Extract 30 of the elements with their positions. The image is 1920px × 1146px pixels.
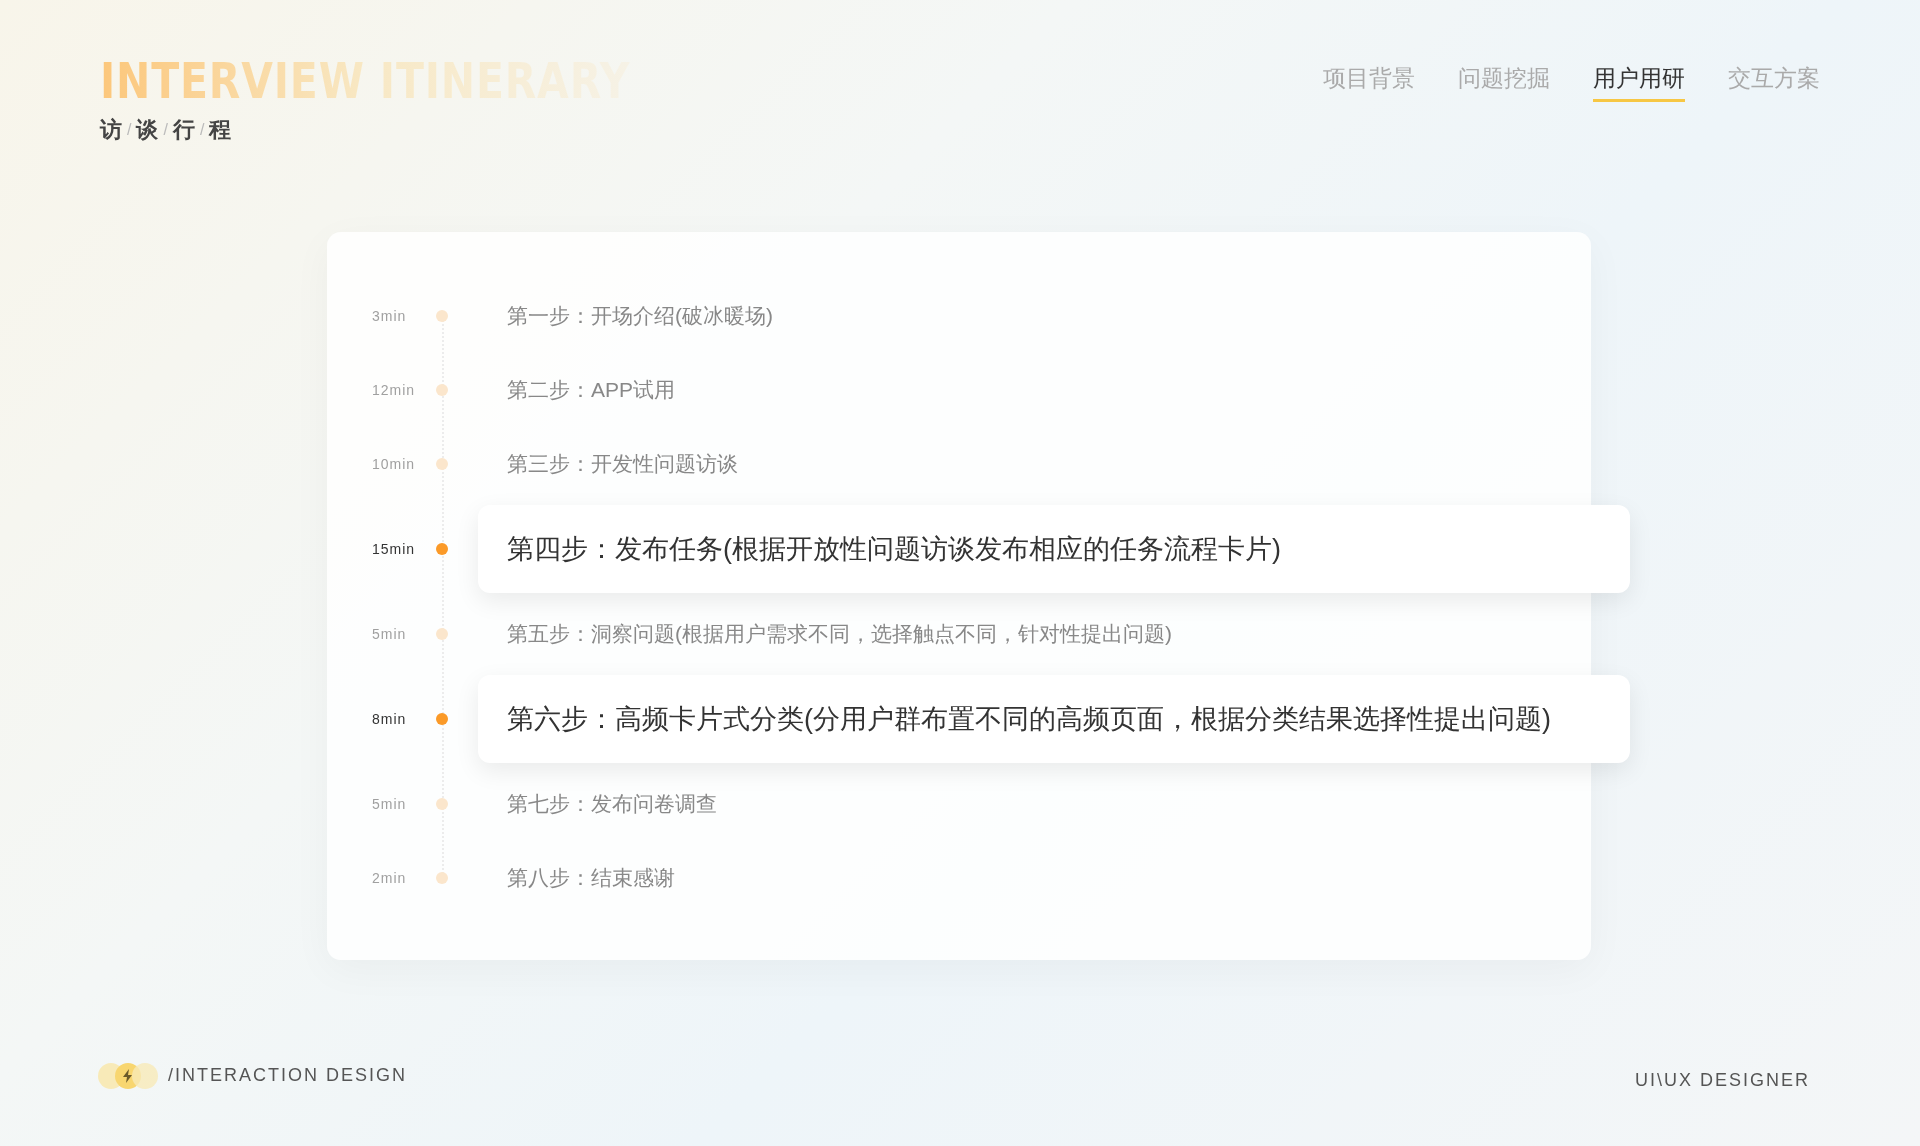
subtitle-character: 谈 [136,116,159,144]
step-text: 第二步：APP试用 [507,377,676,404]
role-text: UI\UX DESIGNER [1634,1069,1810,1092]
step-text: 第三步：开发性问题访谈 [507,451,738,478]
step-text: 第八步：结束感谢 [507,865,675,892]
subtitle-character: 访 [100,116,122,144]
step-text: 第四步：发布任务(根据开放性问题访谈发布相应的任务流程卡片) [507,532,1281,566]
subtitle-character: 行 [172,116,195,144]
duration-label: 10min [371,454,417,474]
duration-label: 15min [371,539,417,559]
step-text: 第五步：洞察问题(根据用户需求不同，选择触点不同，针对性提出问题) [507,621,1172,648]
nav-tab[interactable]: 问题挖掘 [1458,61,1550,102]
subtitle-character: 程 [209,116,232,144]
duration-label: 2min [371,868,408,888]
nav-tab[interactable]: 项目背景 [1323,61,1415,102]
step-text: 第一步：开场介绍(破冰暖场) [507,303,773,330]
nav-tab[interactable]: 用户用研 [1593,61,1685,102]
brand-text: /INTERACTION DESIGN [168,1064,407,1087]
subtitle-separator: / [199,119,205,140]
nav-tab[interactable]: 交互方案 [1728,61,1820,102]
step-text: 第六步：高频卡片式分类(分用户群布置不同的高频页面，根据分类结果选择性提出问题) [507,702,1551,736]
duration-label: 8min [371,709,408,729]
duration-label: 3min [371,306,408,326]
step-text: 第七步：发布问卷调查 [507,791,717,818]
duration-label: 5min [371,624,408,644]
logo-drawing [98,1062,158,1089]
subtitle-separator: / [127,119,132,140]
subtitle-separator: / [163,119,168,140]
duration-label: 12min [371,380,417,400]
duration-label: 5min [371,794,408,814]
